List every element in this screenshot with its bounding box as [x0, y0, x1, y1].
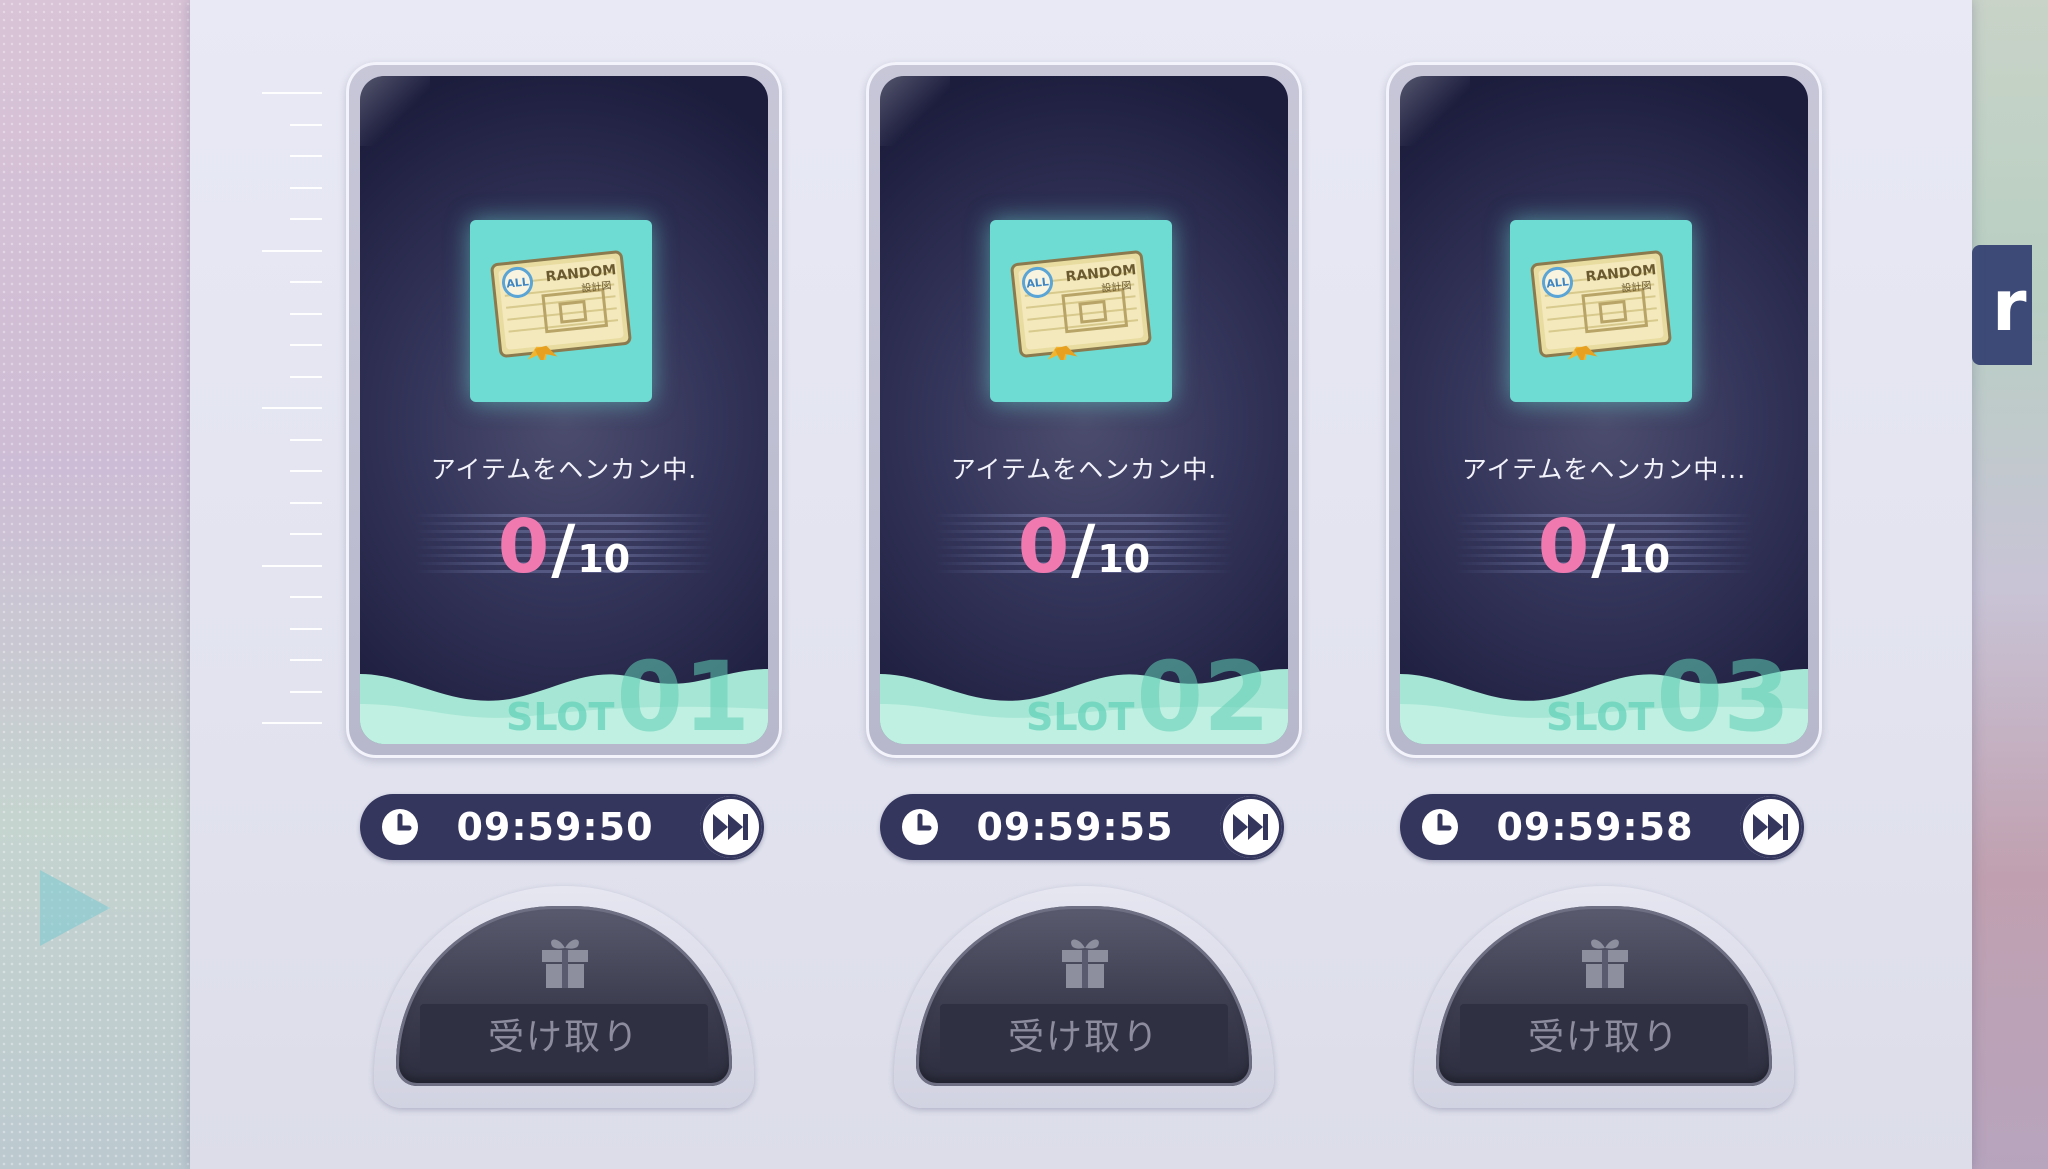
- card-shine: [880, 76, 950, 146]
- claim-label: 受け取り: [1007, 1017, 1160, 1058]
- timer-bar: 09:59:58: [1400, 794, 1804, 860]
- item-slot[interactable]: ALL RANDOM 設計図: [470, 220, 652, 402]
- fast-forward-icon: [1233, 814, 1268, 840]
- claim-button[interactable]: 受け取り: [374, 886, 754, 1108]
- clock-icon: [382, 809, 418, 845]
- left-background: [0, 0, 190, 1169]
- ruler-tick: [290, 533, 322, 535]
- claim-button[interactable]: 受け取り: [1414, 886, 1794, 1108]
- timer-bar: 09:59:55: [880, 794, 1284, 860]
- card-body: ALL RANDOM 設計図 アイテムをヘンカン中. 0 / 10 SLOT 0…: [360, 76, 768, 744]
- slot-number: SLOT 02: [1025, 640, 1270, 744]
- ruler-tick: [290, 438, 322, 441]
- fast-forward-button[interactable]: [1220, 796, 1282, 858]
- dot-pattern: [0, 0, 190, 1169]
- slot-label: SLOT: [1545, 694, 1655, 739]
- ruler-tick: [262, 407, 322, 409]
- fast-forward-icon: [1753, 814, 1788, 840]
- item-badge-text: ALL: [1026, 275, 1050, 290]
- ruler-tick: [290, 281, 322, 283]
- slot-number-value: 01: [616, 640, 750, 744]
- clock-icon: [902, 809, 938, 845]
- ruler-tick: [290, 123, 322, 126]
- ruler-tick: [262, 722, 322, 724]
- remaining-time: 09:59:55: [976, 805, 1174, 849]
- ruler-tick: [290, 155, 322, 157]
- item-badge-text: ALL: [1546, 275, 1570, 290]
- ruler-tick: [290, 659, 322, 661]
- card-body: ALL RANDOM 設計図 アイテムをヘンカン中... 0 / 10 SLOT…: [1400, 76, 1808, 744]
- clock-icon: [1422, 809, 1458, 845]
- ruler-tick: [290, 690, 322, 693]
- slot-number-value: 03: [1656, 640, 1790, 744]
- ruler-tick: [290, 596, 322, 598]
- fast-forward-button[interactable]: [1740, 796, 1802, 858]
- card-body: ALL RANDOM 設計図 アイテムをヘンカン中. 0 / 10 SLOT 0…: [880, 76, 1288, 744]
- slot-label: SLOT: [505, 694, 615, 739]
- ruler-tick: [290, 186, 322, 189]
- side-tab-text: r: [1992, 265, 2027, 347]
- progress-counter: 0 / 10: [360, 504, 768, 590]
- item-badge-text: ALL: [506, 275, 530, 290]
- random-blueprint-icon: ALL RANDOM 設計図: [1530, 250, 1672, 360]
- ruler-tick: [290, 218, 322, 220]
- card-shine: [1400, 76, 1470, 146]
- item-slot[interactable]: ALL RANDOM 設計図: [990, 220, 1172, 402]
- side-tab[interactable]: r: [1972, 245, 2032, 365]
- timer-bar: 09:59:50: [360, 794, 764, 860]
- ruler-tick: [262, 92, 322, 94]
- max-count: 10: [1617, 537, 1671, 581]
- right-background: r: [1972, 0, 2048, 1169]
- claim-label: 受け取り: [1527, 1017, 1680, 1058]
- max-count: 10: [577, 537, 631, 581]
- progress-counter: 0 / 10: [1400, 504, 1808, 590]
- ruler-tick: [290, 344, 322, 346]
- gift-icon: [1062, 939, 1108, 988]
- conversion-status: アイテムをヘンカン中...: [1461, 455, 1747, 484]
- claim-label: 受け取り: [487, 1017, 640, 1058]
- ruler-tick: [290, 470, 322, 472]
- remaining-time: 09:59:58: [1496, 805, 1694, 849]
- random-blueprint-icon: ALL RANDOM 設計図: [1010, 250, 1152, 360]
- fast-forward-icon: [713, 814, 748, 840]
- ruler-decoration: [260, 92, 322, 724]
- slot-label: SLOT: [1025, 694, 1135, 739]
- slot-number: SLOT 03: [1545, 640, 1790, 744]
- slot-number-value: 02: [1136, 640, 1270, 744]
- current-count: 0: [497, 504, 550, 590]
- slot-card: ALL RANDOM 設計図 アイテムをヘンカン中. 0 / 10 SLOT 0…: [866, 62, 1302, 758]
- random-blueprint-icon: ALL RANDOM 設計図: [490, 250, 632, 360]
- ruler-tick: [262, 249, 322, 252]
- ruler-tick: [290, 501, 322, 504]
- count-separator: /: [551, 511, 576, 588]
- count-separator: /: [1591, 511, 1616, 588]
- progress-counter: 0 / 10: [880, 504, 1288, 590]
- conversion-status: アイテムをヘンカン中.: [950, 455, 1218, 484]
- ruler-tick: [290, 312, 322, 315]
- current-count: 0: [1017, 504, 1070, 590]
- gift-icon: [1582, 939, 1628, 988]
- slot-number: SLOT 01: [505, 640, 750, 744]
- claim-button[interactable]: 受け取り: [894, 886, 1274, 1108]
- count-separator: /: [1071, 511, 1096, 588]
- slot-card: ALL RANDOM 設計図 アイテムをヘンカン中. 0 / 10 SLOT 0…: [346, 62, 782, 758]
- card-shine: [360, 76, 430, 146]
- item-slot[interactable]: ALL RANDOM 設計図: [1510, 220, 1692, 402]
- ruler-tick: [290, 375, 322, 378]
- max-count: 10: [1097, 537, 1151, 581]
- triangle-decoration: [40, 870, 110, 946]
- gift-icon: [542, 939, 588, 988]
- remaining-time: 09:59:50: [456, 805, 654, 849]
- fast-forward-button[interactable]: [700, 796, 762, 858]
- ruler-tick: [262, 564, 322, 567]
- current-count: 0: [1537, 504, 1590, 590]
- slot-card: ALL RANDOM 設計図 アイテムをヘンカン中... 0 / 10 SLOT…: [1386, 62, 1822, 758]
- ruler-tick: [290, 627, 322, 630]
- conversion-status: アイテムをヘンカン中.: [430, 455, 698, 484]
